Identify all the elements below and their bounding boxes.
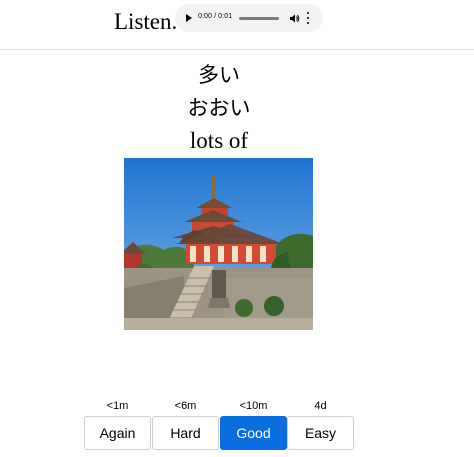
audio-time: 0:00 / 0:01 <box>198 13 233 20</box>
hard-button[interactable]: Hard <box>152 416 219 450</box>
speaker-icon[interactable] <box>289 13 300 24</box>
interval-good: <10m <box>239 400 268 412</box>
card-meaning: lots of <box>189 128 249 153</box>
card-image <box>124 158 313 330</box>
interval-hard: <6m <box>174 400 197 412</box>
review-screen: Listen. 0:00 / 0:01 多い おおい lots of <1m A… <box>0 0 474 457</box>
good-button[interactable]: Good <box>220 416 287 450</box>
seek-bar[interactable] <box>239 17 279 20</box>
easy-button[interactable]: Easy <box>287 416 354 450</box>
again-button[interactable]: Again <box>84 416 151 450</box>
top-bar: Listen. 0:00 / 0:01 <box>0 0 474 50</box>
answer-hard: <6m Hard <box>152 400 219 452</box>
prompt-title: Listen. <box>114 9 178 34</box>
answer-good: <10m Good <box>220 400 287 452</box>
interval-again: <1m <box>106 400 129 412</box>
audio-player[interactable]: 0:00 / 0:01 <box>175 4 323 32</box>
answer-bar: <1m Again <6m Hard <10m Good 4d Easy <box>84 400 354 452</box>
answer-easy: 4d Easy <box>287 400 354 452</box>
card-kanji: 多い <box>198 63 240 87</box>
play-icon[interactable] <box>186 14 192 22</box>
card-kana: おおい <box>187 96 251 120</box>
more-vertical-icon[interactable] <box>306 12 310 24</box>
answer-again: <1m Again <box>84 400 151 452</box>
interval-easy: 4d <box>314 400 327 412</box>
